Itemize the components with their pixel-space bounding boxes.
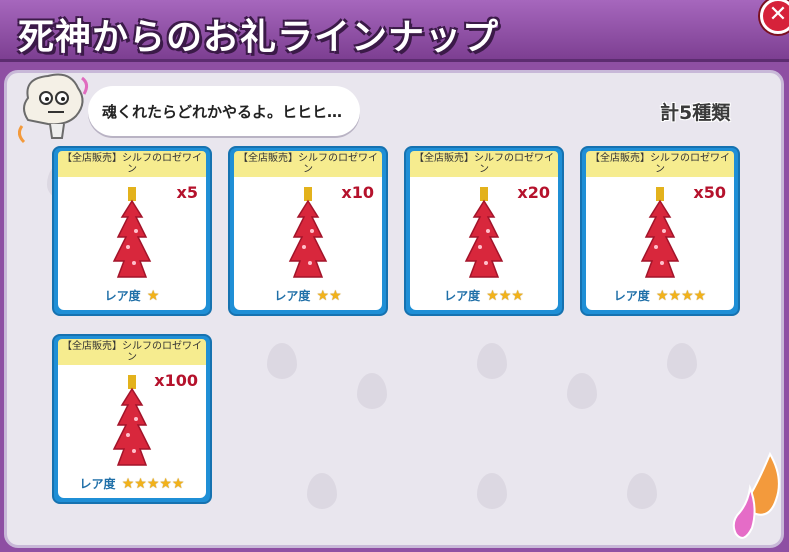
reward-card[interactable]: 【全店販売】シルフのロゼワイン x5 レア度 ★ — [52, 146, 212, 316]
flame-decoration-icon — [732, 451, 780, 539]
rarity-indicator: レア度 ★★ — [234, 287, 382, 304]
close-icon: ✕ — [768, 2, 788, 27]
item-name: 【全店販売】シルフのロゼワイン — [410, 151, 558, 177]
background-drop-decoration — [357, 373, 387, 409]
background-drop-decoration — [307, 473, 337, 509]
page-title: 死神からのお礼ラインナップ — [18, 17, 500, 58]
rarity-stars: ★★★★ — [656, 288, 707, 304]
reward-card[interactable]: 【全店販売】シルフのロゼワイン x10 レア度 ★★ — [228, 146, 388, 316]
item-quantity: x20 — [517, 183, 550, 202]
background-drop-decoration — [567, 373, 597, 409]
item-count-label: 計5種類 — [660, 102, 731, 124]
item-name: 【全店販売】シルフのロゼワイン — [58, 151, 206, 177]
reward-card[interactable]: 【全店販売】シルフのロゼワイン x50 レア度 ★★★★ — [580, 146, 740, 316]
reward-card[interactable]: 【全店販売】シルフのロゼワイン x100 レア度 ★★★★★ — [52, 334, 212, 504]
rarity-indicator: レア度 ★★★ — [410, 287, 558, 304]
speech-text: 魂くれたらどれかやるよ。ヒヒヒ… — [102, 103, 343, 121]
rarity-indicator: レア度 ★ — [58, 287, 206, 304]
item-quantity: x10 — [341, 183, 374, 202]
item-name: 【全店販売】シルフのロゼワイン — [58, 339, 206, 365]
rose-wine-bottle-icon — [112, 187, 152, 278]
rose-wine-bottle-icon — [464, 187, 504, 278]
item-quantity: x100 — [154, 371, 198, 390]
card-body: x5 レア度 ★ — [58, 177, 206, 310]
header-bar: 死神からのお礼ラインナップ — [0, 0, 789, 62]
rarity-stars: ★★★★★ — [121, 476, 185, 492]
reward-card[interactable]: 【全店販売】シルフのロゼワイン x20 レア度 ★★★ — [404, 146, 564, 316]
game-window: 死神からのお礼ラインナップ ✕ 魂くれたらどれかやるよ。ヒヒヒ… 計5種類 【全… — [0, 0, 789, 552]
rose-wine-bottle-icon — [288, 187, 328, 278]
background-drop-decoration — [267, 343, 297, 379]
rose-wine-bottle-icon — [640, 187, 680, 278]
item-quantity: x5 — [176, 183, 198, 202]
shinigami-mascot-icon — [18, 73, 89, 144]
background-drop-decoration — [477, 473, 507, 509]
item-name: 【全店販売】シルフのロゼワイン — [586, 151, 734, 177]
rarity-stars: ★★★ — [486, 288, 524, 304]
rarity-indicator: レア度 ★★★★ — [586, 287, 734, 304]
rose-wine-bottle-icon — [112, 375, 152, 466]
speech-bubble: 魂くれたらどれかやるよ。ヒヒヒ… — [88, 86, 360, 136]
rarity-stars: ★★ — [316, 288, 342, 304]
rarity-label: レア度 — [274, 289, 311, 303]
rarity-stars: ★ — [146, 288, 160, 304]
rarity-indicator: レア度 ★★★★★ — [58, 475, 206, 492]
rarity-label: レア度 — [104, 289, 141, 303]
item-quantity: x50 — [693, 183, 726, 202]
item-name: 【全店販売】シルフのロゼワイン — [234, 151, 382, 177]
card-body: x10 レア度 ★★ — [234, 177, 382, 310]
card-body: x20 レア度 ★★★ — [410, 177, 558, 310]
background-drop-decoration — [627, 473, 657, 509]
rarity-label: レア度 — [79, 477, 116, 491]
background-drop-decoration — [667, 343, 697, 379]
rarity-label: レア度 — [444, 289, 481, 303]
rarity-label: レア度 — [613, 289, 650, 303]
card-body: x50 レア度 ★★★★ — [586, 177, 734, 310]
background-drop-decoration — [477, 343, 507, 379]
card-body: x100 レア度 ★★★★★ — [58, 365, 206, 498]
